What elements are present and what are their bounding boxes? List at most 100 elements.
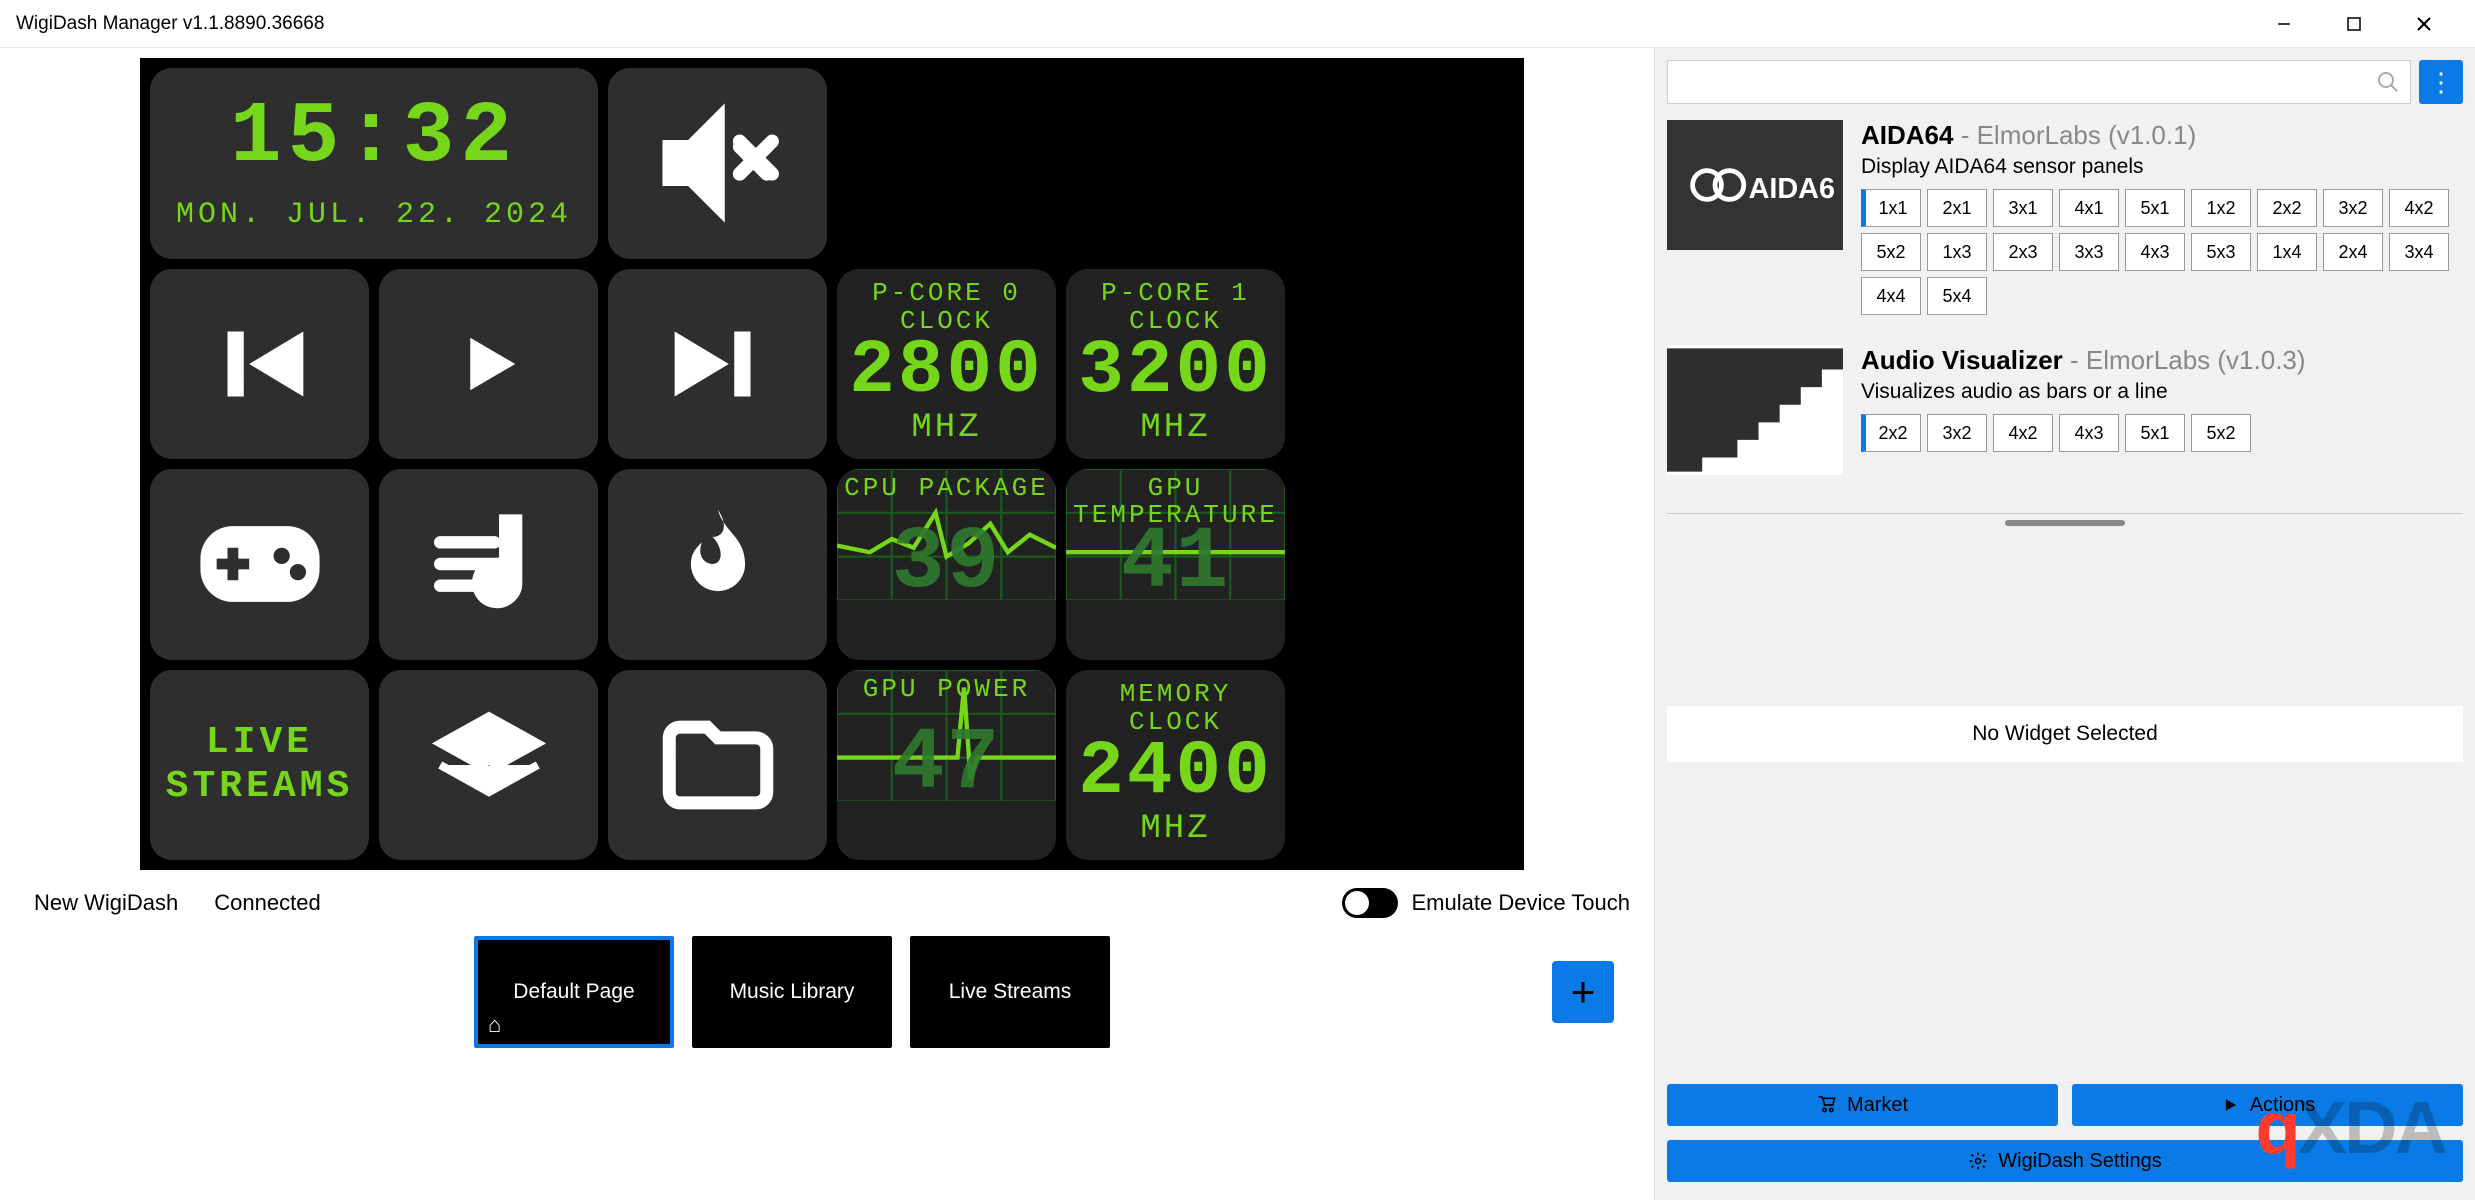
device-name: New WigiDash — [34, 890, 178, 916]
sensor-label: P-CORE 0 CLOCK — [872, 280, 1021, 335]
emulate-touch-toggle[interactable] — [1342, 888, 1398, 918]
search-icon — [2376, 70, 2400, 94]
size-option[interactable]: 4x1 — [2059, 189, 2119, 227]
size-option[interactable]: 2x2 — [1861, 414, 1921, 452]
sensor-label: GPU TEMPERATURE — [1066, 475, 1285, 530]
pcore0-tile[interactable]: P-CORE 0 CLOCK 2800 MHZ — [837, 269, 1056, 460]
play-icon — [444, 319, 534, 409]
gpu-power-tile[interactable]: GPU POWER 47 — [837, 670, 1056, 861]
skip-previous-icon — [195, 299, 325, 429]
size-option[interactable]: 1x4 — [2257, 233, 2317, 271]
size-option[interactable]: 2x1 — [1927, 189, 1987, 227]
size-option[interactable]: 1x3 — [1927, 233, 1987, 271]
more-vertical-icon: ⋮ — [2428, 76, 2454, 89]
add-page-button[interactable]: + — [1552, 961, 1614, 1023]
page-tab[interactable]: Music Library — [692, 936, 892, 1048]
button-label: Market — [1847, 1094, 1908, 1117]
emulate-touch-label: Emulate Device Touch — [1412, 890, 1631, 916]
music-tile[interactable] — [379, 469, 598, 660]
page-tab[interactable]: Live Streams — [910, 936, 1110, 1048]
memory-clock-tile[interactable]: MEMORY CLOCK 2400 MHZ — [1066, 670, 1285, 861]
actions-button[interactable]: Actions — [2072, 1084, 2463, 1126]
close-button[interactable] — [2389, 0, 2459, 48]
size-option[interactable]: 3x2 — [1927, 414, 1987, 452]
mute-tile[interactable] — [608, 68, 827, 259]
widget-item[interactable]: Audio Visualizer - ElmorLabs (v1.0.3) Vis… — [1667, 345, 2451, 475]
cpu-package-tile[interactable]: CPU PACKAGE 39 — [837, 469, 1056, 660]
widget-name: AIDA64 — [1861, 120, 1953, 150]
size-option[interactable]: 5x2 — [2191, 414, 2251, 452]
previous-track-tile[interactable] — [150, 269, 369, 460]
gpu-temp-tile[interactable]: GPU TEMPERATURE 41 — [1066, 469, 1285, 660]
widget-body: AIDA64 - ElmorLabs (v1.0.1)Display AIDA6… — [1861, 120, 2451, 315]
pages-row: Default Page⌂Music LibraryLive Streams + — [10, 936, 1654, 1068]
size-option[interactable]: 5x4 — [1927, 277, 1987, 315]
widget-body: Audio Visualizer - ElmorLabs (v1.0.3) Vis… — [1861, 345, 2451, 475]
next-track-tile[interactable] — [608, 269, 827, 460]
size-option[interactable]: 3x2 — [2323, 189, 2383, 227]
sensor-label: CPU PACKAGE — [837, 475, 1056, 502]
no-widget-label: No Widget Selected — [1667, 706, 2463, 762]
sensor-value: 41 — [1121, 520, 1231, 608]
widget-search-input[interactable] — [1667, 60, 2411, 104]
size-option[interactable]: 4x2 — [1993, 414, 2053, 452]
play-tile[interactable] — [379, 269, 598, 460]
size-option[interactable]: 3x3 — [2059, 233, 2119, 271]
size-option[interactable]: 4x2 — [2389, 189, 2449, 227]
size-option[interactable]: 3x1 — [1993, 189, 2053, 227]
sensor-value: 39 — [892, 520, 1002, 608]
widget-menu-button[interactable]: ⋮ — [2419, 60, 2463, 104]
widget-list[interactable]: AIDA64AIDA64 - ElmorLabs (v1.0.1)Display… — [1667, 120, 2463, 505]
widget-vendor: - ElmorLabs (v1.0.3) — [2063, 345, 2306, 375]
settings-button[interactable]: WigiDash Settings — [1667, 1140, 2463, 1182]
button-label: Actions — [2250, 1094, 2316, 1117]
fire-tile[interactable] — [608, 469, 827, 660]
games-tile[interactable] — [150, 469, 369, 660]
sensor-value: 3200 — [1078, 335, 1272, 407]
size-option[interactable]: 3x4 — [2389, 233, 2449, 271]
tile-label: LIVE STREAMS — [166, 721, 354, 808]
size-option[interactable]: 2x2 — [2257, 189, 2317, 227]
widget-item[interactable]: AIDA64AIDA64 - ElmorLabs (v1.0.1)Display… — [1667, 120, 2451, 315]
cart-icon — [1817, 1095, 1837, 1115]
dashboard-preview[interactable]: 15:32 MON. JUL. 22. 2024 P- — [140, 58, 1524, 870]
pcore1-tile[interactable]: P-CORE 1 CLOCK 3200 MHZ — [1066, 269, 1285, 460]
size-option[interactable]: 2x3 — [1993, 233, 2053, 271]
size-option[interactable]: 2x4 — [2323, 233, 2383, 271]
size-option[interactable]: 4x3 — [2125, 233, 2185, 271]
size-option[interactable]: 5x3 — [2191, 233, 2251, 271]
size-option[interactable]: 1x2 — [2191, 189, 2251, 227]
widget-name: Audio Visualizer — [1861, 345, 2063, 375]
maximize-button[interactable] — [2319, 0, 2389, 48]
sensor-unit: MHZ — [911, 409, 981, 447]
minimize-button[interactable] — [2249, 0, 2319, 48]
size-option[interactable]: 5x1 — [2125, 414, 2185, 452]
widget-detail-pane: No Widget Selected Market Actions WigiDa… — [1667, 513, 2463, 1182]
size-option[interactable]: 4x4 — [1861, 277, 1921, 315]
size-option[interactable]: 4x3 — [2059, 414, 2119, 452]
size-option[interactable]: 5x1 — [2125, 189, 2185, 227]
folder-tile[interactable] — [608, 670, 827, 861]
clock-tile[interactable]: 15:32 MON. JUL. 22. 2024 — [150, 68, 598, 259]
market-button[interactable]: Market — [1667, 1084, 2058, 1126]
size-option[interactable]: 1x1 — [1861, 189, 1921, 227]
widget-description: Visualizes audio as bars or a line — [1861, 380, 2451, 404]
resize-handle[interactable] — [2005, 520, 2125, 526]
sensor-value: 47 — [892, 721, 1002, 809]
sensor-label: MEMORY CLOCK — [1066, 681, 1285, 736]
folder-icon — [653, 700, 783, 830]
play-icon — [2220, 1095, 2240, 1115]
gear-icon — [1968, 1151, 1988, 1171]
size-option[interactable]: 5x2 — [1861, 233, 1921, 271]
home-icon: ⌂ — [488, 1012, 501, 1038]
window-title: WigiDash Manager v1.1.8890.36668 — [16, 13, 324, 35]
speaker-mute-icon — [653, 98, 783, 228]
status-bar: New WigiDash Connected Emulate Device To… — [10, 870, 1654, 936]
widget-thumbnail: AIDA64 — [1667, 120, 1843, 250]
music-note-icon — [424, 499, 554, 629]
layers-tile[interactable] — [379, 670, 598, 861]
live-streams-tile[interactable]: LIVE STREAMS — [150, 670, 369, 861]
widget-vendor: - ElmorLabs (v1.0.1) — [1953, 120, 2196, 150]
page-tab[interactable]: Default Page⌂ — [474, 936, 674, 1048]
widget-panel: ⋮ AIDA64AIDA64 - ElmorLabs (v1.0.1)Displ… — [1655, 48, 2475, 1200]
